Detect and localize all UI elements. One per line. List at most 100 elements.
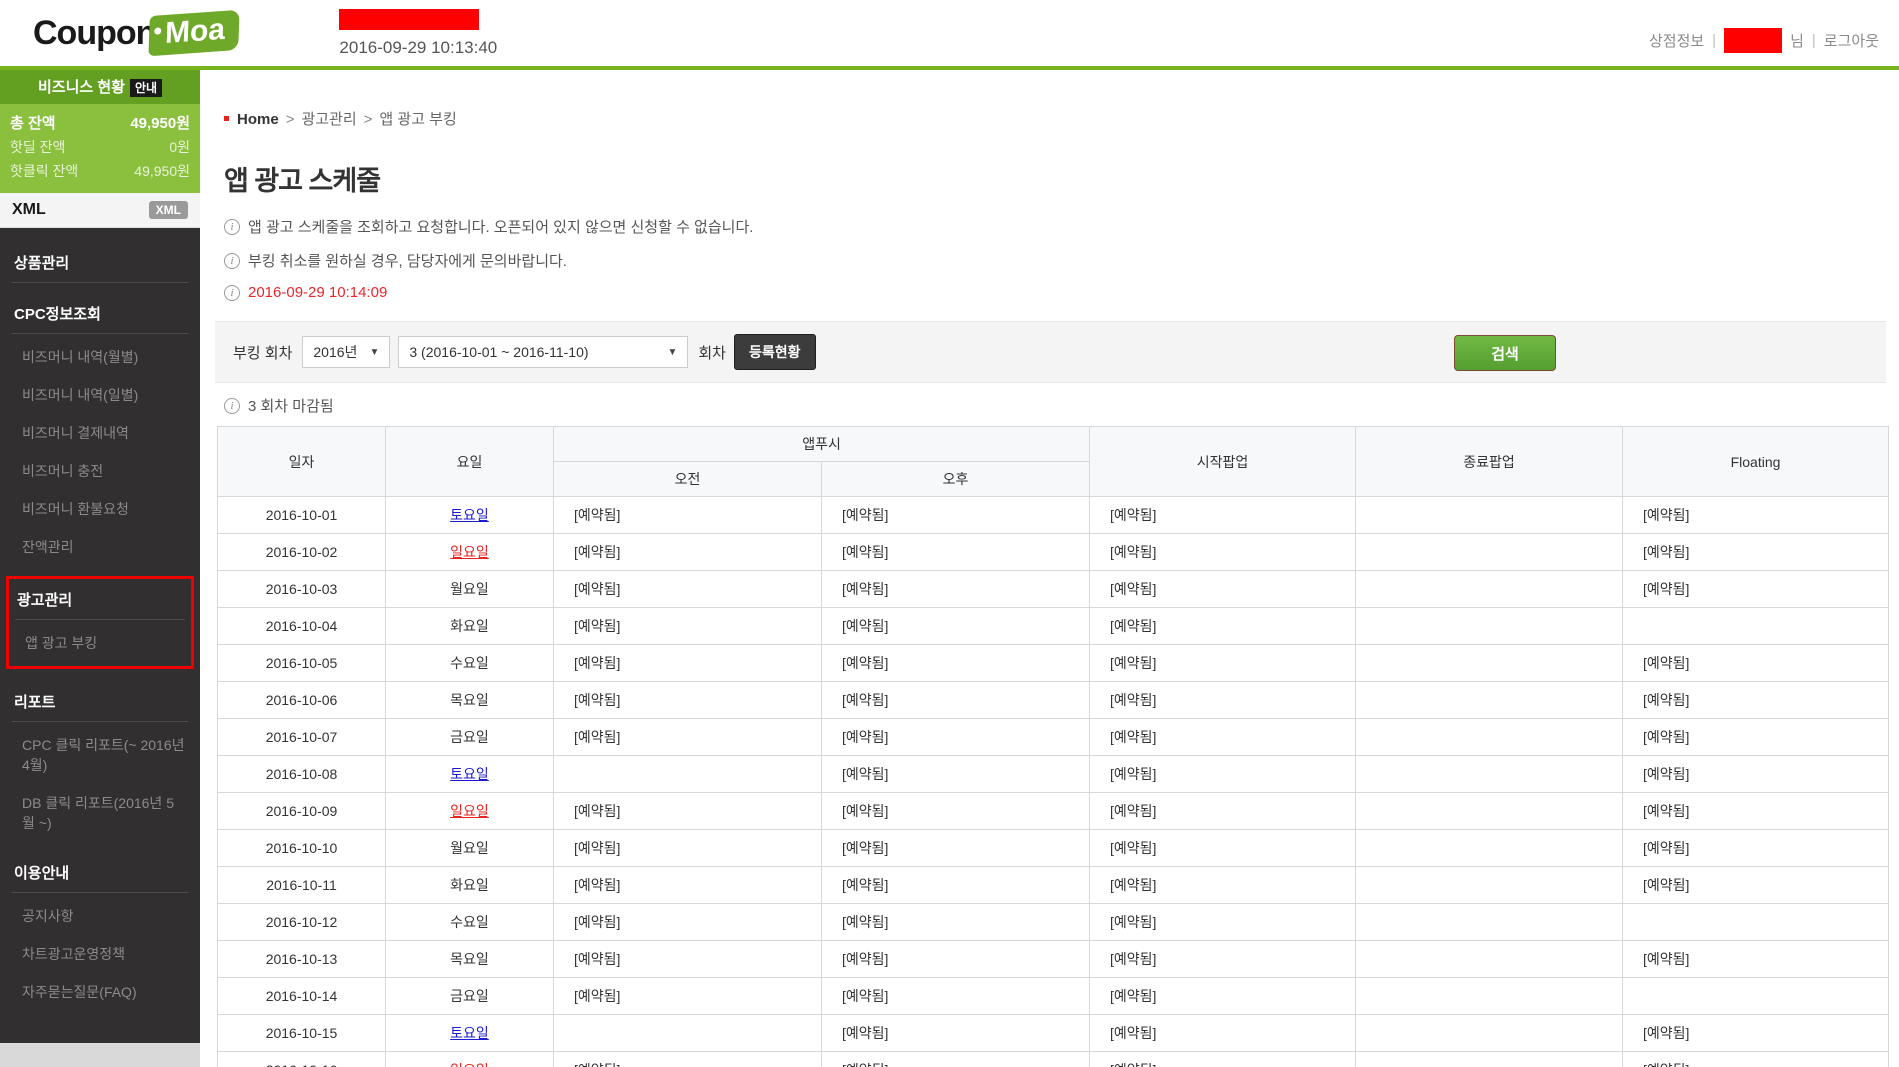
info-icon: i xyxy=(224,398,240,414)
sidebar-section-title[interactable]: CPC정보조회 xyxy=(12,293,188,333)
day-cell-sat[interactable]: 토요일 xyxy=(450,507,489,523)
table-row: 2016-10-14금요일[예약됨][예약됨][예약됨] xyxy=(218,978,1889,1015)
start-popup-cell: [예약됨] xyxy=(1090,645,1356,682)
sidebar-item[interactable]: 자주묻는질문(FAQ) xyxy=(12,973,188,1011)
am-cell: [예약됨] xyxy=(554,534,822,571)
am-cell: [예약됨] xyxy=(554,608,822,645)
day-cell-week: 수요일 xyxy=(450,914,489,930)
pm-cell: [예약됨] xyxy=(822,904,1090,941)
day-cell-sun[interactable]: 일요일 xyxy=(450,544,489,560)
date-cell: 2016-10-09 xyxy=(218,793,386,830)
pm-cell: [예약됨] xyxy=(822,608,1090,645)
sidebar-divider xyxy=(12,282,188,283)
sidebar-section-title[interactable]: 상품관리 xyxy=(12,242,188,282)
balance-row: 핫클릭 잔액49,950원 xyxy=(10,159,190,183)
sidebar-section-title[interactable]: 리포트 xyxy=(12,681,188,721)
sidebar-item[interactable]: DB 클릭 리포트(2016년 5월 ~) xyxy=(12,784,188,842)
sidebar-item[interactable]: 앱 광고 부킹 xyxy=(15,624,185,662)
day-cell: 일요일 xyxy=(386,534,554,571)
page-title: 앱 광고 스케줄 xyxy=(224,159,1886,198)
floating-cell: [예약됨] xyxy=(1623,719,1889,756)
floating-cell: [예약됨] xyxy=(1623,756,1889,793)
closed-note-text: 3 회차 마감됨 xyxy=(248,395,334,416)
col-header-am: 오전 xyxy=(554,462,822,497)
booking-round-label: 부킹 회차 xyxy=(233,342,292,363)
pm-cell: [예약됨] xyxy=(822,682,1090,719)
date-cell: 2016-10-15 xyxy=(218,1015,386,1052)
day-cell: 토요일 xyxy=(386,1015,554,1052)
start-popup-cell: [예약됨] xyxy=(1090,830,1356,867)
table-row: 2016-10-15토요일[예약됨][예약됨][예약됨] xyxy=(218,1015,1889,1052)
logout-link[interactable]: 로그아웃 xyxy=(1824,30,1879,51)
sidebar-item[interactable]: 비즈머니 충전 xyxy=(12,452,188,490)
am-cell: [예약됨] xyxy=(554,830,822,867)
day-cell: 화요일 xyxy=(386,867,554,904)
end-popup-cell xyxy=(1356,793,1623,830)
header-info-block: 2016-09-29 10:13:40 xyxy=(339,9,497,58)
year-select-value: 2016년 xyxy=(313,342,357,362)
chevron-down-icon: ▼ xyxy=(369,347,379,358)
am-cell: [예약됨] xyxy=(554,1052,822,1067)
sidebar-section: 리포트 CPC 클릭 리포트(~ 2016년 4월)DB 클릭 리포트(2016년… xyxy=(12,681,188,842)
sidebar-section-title[interactable]: 광고관리 xyxy=(15,579,185,619)
day-cell-sun[interactable]: 일요일 xyxy=(450,1062,489,1067)
round-select[interactable]: 3 (2016-10-01 ~ 2016-11-10) ▼ xyxy=(398,336,688,368)
sidebar-item[interactable]: 차트광고운영정책 xyxy=(12,935,188,973)
sidebar-section-title[interactable]: 이용안내 xyxy=(12,852,188,892)
breadcrumb-item: 앱 광고 부킹 xyxy=(379,111,456,128)
day-cell-sat[interactable]: 토요일 xyxy=(450,766,489,782)
sidebar-item[interactable]: 공지사항 xyxy=(12,897,188,935)
am-cell: [예약됨] xyxy=(554,793,822,830)
sidebar-item[interactable]: 비즈머니 환불요청 xyxy=(12,490,188,528)
end-popup-cell xyxy=(1356,571,1623,608)
balance-label: 핫딜 잔액 xyxy=(10,137,65,157)
date-cell: 2016-10-06 xyxy=(218,682,386,719)
search-button[interactable]: 검색 xyxy=(1454,335,1556,371)
date-cell: 2016-10-07 xyxy=(218,719,386,756)
am-cell: [예약됨] xyxy=(554,682,822,719)
sidebar-section: 상품관리 xyxy=(12,242,188,283)
day-cell-sun[interactable]: 일요일 xyxy=(450,803,489,819)
table-header: 일자 요일 앱푸시 시작팝업 종료팝업 Floating 오전 오후 xyxy=(218,427,1889,497)
date-cell: 2016-10-01 xyxy=(218,497,386,534)
day-cell-week: 화요일 xyxy=(450,618,489,634)
sidebar-section: 광고관리앱 광고 부킹 xyxy=(6,576,194,669)
timestamp-text: 2016-09-29 10:14:09 xyxy=(248,284,387,301)
xml-badge-button[interactable]: XML xyxy=(149,201,188,219)
store-info-link[interactable]: 상점정보 xyxy=(1649,30,1704,51)
day-cell-week: 화요일 xyxy=(450,877,489,893)
end-popup-cell xyxy=(1356,867,1623,904)
logo-text-moa: Moa xyxy=(165,13,226,50)
day-cell: 수요일 xyxy=(386,645,554,682)
breadcrumb-item[interactable]: Home xyxy=(237,111,279,128)
sidebar-item[interactable]: 비즈머니 결제내역 xyxy=(12,414,188,452)
day-cell-sat[interactable]: 토요일 xyxy=(450,1025,489,1041)
table-row: 2016-10-03월요일[예약됨][예약됨][예약됨][예약됨] xyxy=(218,571,1889,608)
sidebar-nav: 상품관리 CPC정보조회비즈머니 내역(월별)비즈머니 내역(일별)비즈머니 결제… xyxy=(0,228,200,1043)
start-popup-cell: [예약됨] xyxy=(1090,608,1356,645)
end-popup-cell xyxy=(1356,904,1623,941)
day-cell: 목요일 xyxy=(386,941,554,978)
balance-value: 0원 xyxy=(169,137,190,157)
coupon-moa-logo[interactable]: Coupon Moa xyxy=(33,13,239,53)
col-header-pm: 오후 xyxy=(822,462,1090,497)
main-content: Home>광고관리>앱 광고 부킹 앱 광고 스케줄 i 앱 광고 스케줄을 조… xyxy=(200,70,1899,1067)
end-popup-cell xyxy=(1356,497,1623,534)
registration-status-button[interactable]: 등록현황 xyxy=(734,334,816,370)
sidebar-item[interactable]: 비즈머니 내역(월별) xyxy=(12,338,188,376)
round-closed-note: i 3 회차 마감됨 xyxy=(224,395,1886,416)
sidebar-item[interactable]: 잔액관리 xyxy=(12,528,188,566)
guide-badge[interactable]: 안내 xyxy=(130,79,162,97)
pm-cell: [예약됨] xyxy=(822,497,1090,534)
sidebar-item[interactable]: 비즈머니 내역(일별) xyxy=(12,376,188,414)
am-cell xyxy=(554,756,822,793)
balance-value: 49,950원 xyxy=(130,112,190,133)
year-select[interactable]: 2016년 ▼ xyxy=(302,336,390,368)
date-cell: 2016-10-08 xyxy=(218,756,386,793)
end-popup-cell xyxy=(1356,978,1623,1015)
balance-label: 총 잔액 xyxy=(10,112,56,133)
pm-cell: [예약됨] xyxy=(822,1052,1090,1067)
day-cell: 화요일 xyxy=(386,608,554,645)
date-cell: 2016-10-11 xyxy=(218,867,386,904)
sidebar-item[interactable]: CPC 클릭 리포트(~ 2016년 4월) xyxy=(12,726,188,784)
